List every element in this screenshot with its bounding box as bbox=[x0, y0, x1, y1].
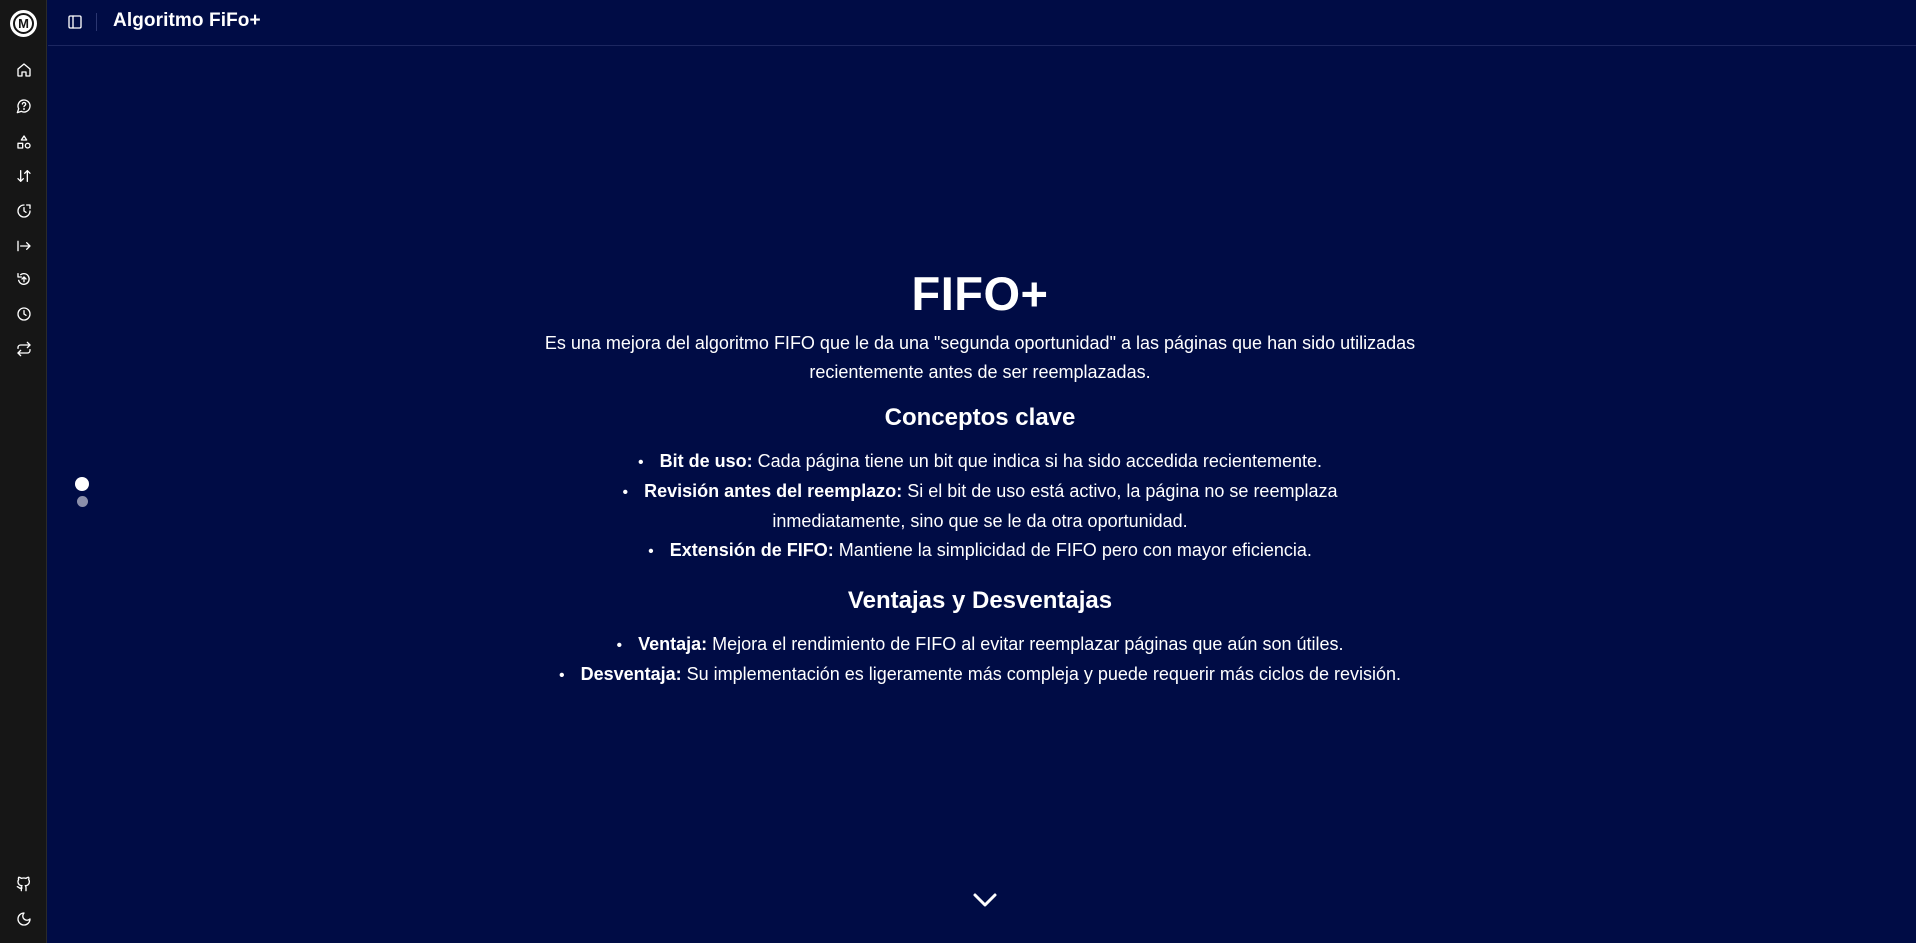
list-item: Extensión de FIFO: Mantiene la simplicid… bbox=[540, 536, 1420, 566]
panel-left-icon bbox=[68, 15, 82, 29]
list-item-text: Su implementación es ligeramente más com… bbox=[681, 664, 1401, 684]
intro-paragraph: Es una mejora del algoritmo FIFO que le … bbox=[544, 333, 1416, 382]
list-item: Revisión antes del reemplazo: Si el bit … bbox=[540, 477, 1420, 536]
pros-cons-list: Ventaja: Mejora el rendimiento de FIFO a… bbox=[540, 630, 1420, 690]
slide-indicator bbox=[75, 477, 89, 507]
circle-arrow-up-icon[interactable] bbox=[14, 269, 34, 289]
arrow-right-to-line-icon[interactable] bbox=[14, 236, 34, 256]
slide-title: FIFO+ bbox=[911, 267, 1049, 320]
list-item: Bit de uso: Cada página tiene un bit que… bbox=[540, 447, 1420, 477]
header-divider bbox=[96, 13, 97, 31]
scroll-down-button[interactable] bbox=[971, 889, 999, 911]
sort-arrows-icon[interactable] bbox=[14, 166, 34, 186]
chat-help-icon[interactable] bbox=[14, 96, 34, 116]
list-item-term: Ventaja: bbox=[638, 634, 708, 654]
shapes-icon[interactable] bbox=[14, 132, 34, 152]
slide-content: FIFO+ Es una mejora del algoritmo FIFO q… bbox=[500, 262, 1460, 690]
page-title: Algoritmo FiFo+ bbox=[113, 10, 261, 31]
concepts-list: Bit de uso: Cada página tiene un bit que… bbox=[540, 447, 1420, 566]
github-icon[interactable] bbox=[14, 874, 34, 894]
list-item-text: Mantiene la simplicidad de FIFO pero con… bbox=[833, 540, 1312, 560]
sidebar-toggle-button[interactable] bbox=[65, 12, 85, 32]
list-item-term: Extensión de FIFO: bbox=[669, 540, 834, 560]
home-icon[interactable] bbox=[14, 60, 34, 80]
chevron-down-icon bbox=[973, 893, 997, 907]
logo-letter: M bbox=[13, 13, 34, 34]
pros-cons-heading: Ventajas y Desventajas bbox=[847, 587, 1113, 614]
list-item-term: Bit de uso: bbox=[659, 451, 753, 471]
clock-icon[interactable] bbox=[14, 304, 34, 324]
app-logo[interactable]: M bbox=[10, 10, 37, 37]
list-item: Ventaja: Mejora el rendimiento de FIFO a… bbox=[540, 630, 1420, 660]
header: Algoritmo FiFo+ bbox=[48, 0, 1916, 46]
list-item: Desventaja: Su implementación es ligeram… bbox=[540, 660, 1420, 690]
concepts-heading: Conceptos clave bbox=[884, 404, 1076, 431]
list-item-text: Cada página tiene un bit que indica si h… bbox=[752, 451, 1322, 471]
sidebar: M bbox=[0, 0, 47, 943]
list-item-text: Mejora el rendimiento de FIFO al evitar … bbox=[707, 634, 1344, 654]
repeat-icon[interactable] bbox=[14, 339, 34, 359]
slide-dot-active[interactable] bbox=[75, 477, 89, 491]
slide-dot[interactable] bbox=[76, 496, 88, 507]
clock-refresh-icon[interactable] bbox=[14, 201, 34, 221]
list-item-term: Revisión antes del reemplazo: bbox=[644, 481, 903, 501]
list-item-term: Desventaja: bbox=[580, 664, 682, 684]
moon-icon[interactable] bbox=[14, 909, 34, 929]
